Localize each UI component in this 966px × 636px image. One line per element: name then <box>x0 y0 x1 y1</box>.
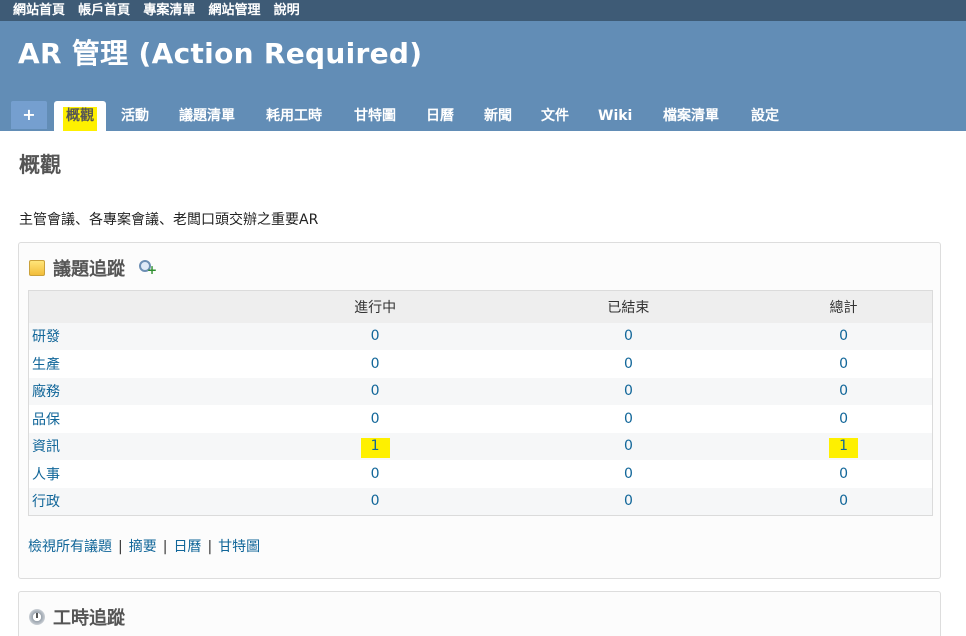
total-count-link[interactable]: 1 <box>829 438 858 459</box>
table-row: 人事 0 0 0 <box>28 460 933 488</box>
tracker-link[interactable]: 廠務 <box>32 384 60 400</box>
open-count-link[interactable]: 0 <box>371 383 380 399</box>
total-count-link[interactable]: 0 <box>839 466 848 482</box>
tracker-link[interactable]: 品保 <box>32 412 60 428</box>
open-count-link[interactable]: 0 <box>371 493 380 509</box>
table-row: 生產 0 0 0 <box>28 350 933 378</box>
closed-count-link[interactable]: 0 <box>624 466 633 482</box>
total-count-link[interactable]: 0 <box>839 356 848 372</box>
tab-issues[interactable]: 議題清單 <box>179 101 235 131</box>
link-separator: | <box>162 539 168 555</box>
tracker-link[interactable]: 行政 <box>32 494 60 510</box>
link-separator: | <box>207 539 213 555</box>
column-header-tracker <box>28 290 249 323</box>
tracker-link[interactable]: 人事 <box>32 467 60 483</box>
table-row: 廠務 0 0 0 <box>28 377 933 405</box>
content: 概觀 主管會議、各專案會議、老闆口頭交辦之重要AR 議題追蹤 + 進行中 已結束… <box>0 131 966 636</box>
closed-count-link[interactable]: 0 <box>624 438 633 454</box>
closed-count-link[interactable]: 0 <box>624 328 633 344</box>
issue-tracking-heading: 議題追蹤 + <box>29 255 157 281</box>
tab-overview[interactable]: 概觀 <box>54 101 106 131</box>
table-header-row: 進行中 已結束 總計 <box>28 290 933 323</box>
project-title: AR 管理 (Action Required) <box>18 37 423 70</box>
calendar-link[interactable]: 日曆 <box>173 539 201 555</box>
top-menu-home[interactable]: 網站首頁 <box>13 0 65 21</box>
total-count-link[interactable]: 0 <box>839 493 848 509</box>
tab-wiki[interactable]: Wiki <box>598 101 632 131</box>
tab-overview-label: 概觀 <box>63 107 97 131</box>
view-all-issues-link[interactable]: 檢視所有議題 <box>28 539 112 555</box>
top-menu-administration[interactable]: 網站管理 <box>208 0 260 21</box>
issue-tracking-table: 進行中 已結束 總計 研發 0 0 0 生產 0 0 0 廠務 0 0 0 品保… <box>28 290 933 516</box>
tab-news[interactable]: 新聞 <box>484 101 512 131</box>
column-header-open: 進行中 <box>248 290 502 323</box>
closed-count-link[interactable]: 0 <box>624 493 633 509</box>
top-menu-help[interactable]: 說明 <box>274 0 300 21</box>
new-object-button[interactable]: + <box>11 101 47 129</box>
tracker-link[interactable]: 研發 <box>32 329 60 345</box>
table-row: 資訊 1 0 1 <box>28 432 933 460</box>
total-count-link[interactable]: 0 <box>839 411 848 427</box>
link-separator: | <box>118 539 123 555</box>
tab-files[interactable]: 檔案清單 <box>663 101 719 131</box>
column-header-total: 總計 <box>755 290 933 323</box>
tab-activity[interactable]: 活動 <box>121 101 149 131</box>
issue-icon <box>29 260 45 276</box>
column-header-closed: 已結束 <box>501 290 756 323</box>
open-count-link[interactable]: 1 <box>360 438 390 459</box>
open-count-link[interactable]: 0 <box>371 466 380 482</box>
closed-count-link[interactable]: 0 <box>624 383 633 399</box>
closed-count-link[interactable]: 0 <box>624 356 633 372</box>
tab-time-entries[interactable]: 耗用工時 <box>266 101 322 131</box>
top-menu: 網站首頁 帳戶首頁 專案清單 網站管理 說明 <box>0 0 966 21</box>
table-row: 行政 0 0 0 <box>28 487 933 515</box>
add-query-icon[interactable]: + <box>139 260 157 276</box>
open-count-link[interactable]: 0 <box>371 411 380 427</box>
time-tracking-title: 工時追蹤 <box>53 608 125 629</box>
summary-link[interactable]: 摘要 <box>129 539 157 555</box>
table-row: 研發 0 0 0 <box>28 322 933 350</box>
open-count-link[interactable]: 0 <box>371 328 380 344</box>
tab-gantt[interactable]: 甘特圖 <box>354 101 396 131</box>
tracker-link[interactable]: 生產 <box>32 357 60 373</box>
top-menu-my-page[interactable]: 帳戶首頁 <box>78 0 130 21</box>
tab-documents[interactable]: 文件 <box>541 101 569 131</box>
total-count-link[interactable]: 0 <box>839 328 848 344</box>
closed-count-link[interactable]: 0 <box>624 411 633 427</box>
time-tracking-heading: 工時追蹤 <box>29 604 125 630</box>
gantt-link[interactable]: 甘特圖 <box>218 539 260 555</box>
clock-icon <box>29 609 45 625</box>
tab-settings[interactable]: 設定 <box>751 101 779 131</box>
time-tracking-box: 工時追蹤 <box>18 591 941 636</box>
project-description: 主管會議、各專案會議、老闆口頭交辦之重要AR <box>19 212 319 228</box>
tab-calendar[interactable]: 日曆 <box>426 101 454 131</box>
issue-tracking-box: 議題追蹤 + 進行中 已結束 總計 研發 0 0 0 生產 0 0 0 廠務 0… <box>18 242 941 579</box>
total-count-link[interactable]: 0 <box>839 383 848 399</box>
issue-links: 檢視所有議題 | 摘要 | 日曆 | 甘特圖 <box>28 536 260 556</box>
open-count-link[interactable]: 0 <box>371 356 380 372</box>
tracker-link[interactable]: 資訊 <box>32 439 60 455</box>
page-title: 概觀 <box>19 153 61 177</box>
issue-tracking-title: 議題追蹤 <box>53 259 125 280</box>
table-row: 品保 0 0 0 <box>28 405 933 433</box>
top-menu-projects[interactable]: 專案清單 <box>143 0 195 21</box>
